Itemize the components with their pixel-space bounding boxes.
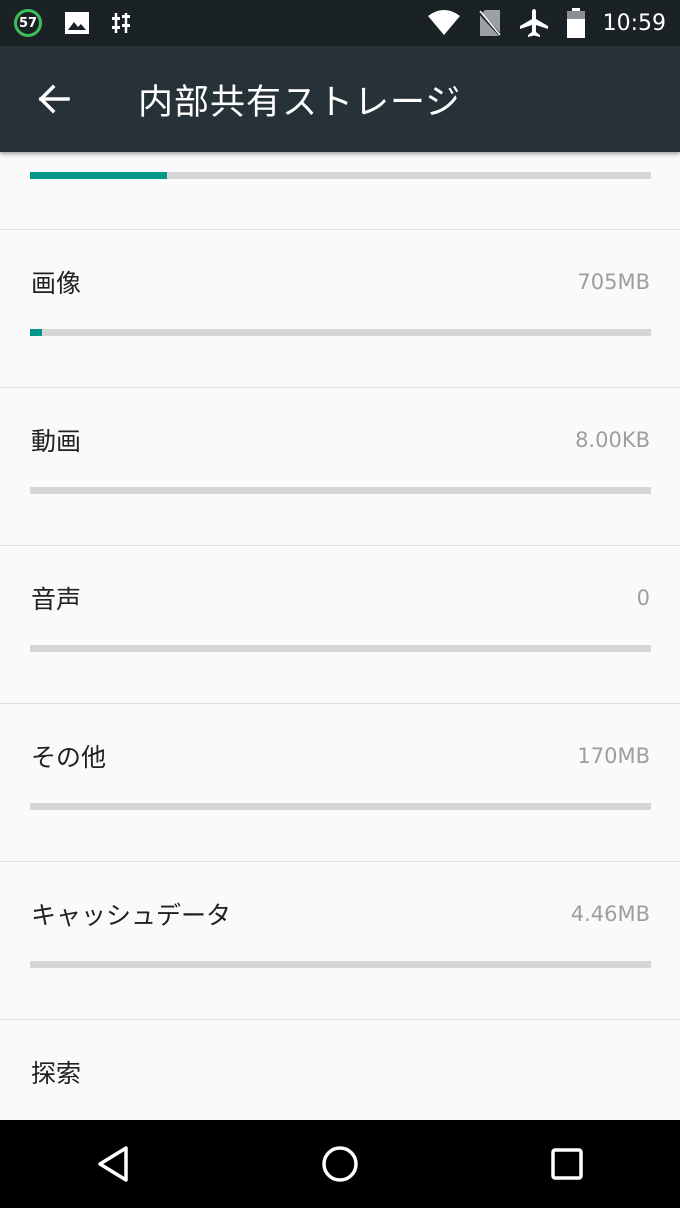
- battery-badge-text: 57: [18, 15, 38, 31]
- home-circle-icon: [322, 1146, 358, 1182]
- category-size: 4.46MB: [570, 902, 650, 926]
- category-size: 0: [636, 586, 650, 610]
- status-bar: 57 10:59: [0, 0, 680, 46]
- category-label: 動画: [31, 427, 82, 456]
- recents-square-icon: [550, 1148, 583, 1180]
- storage-content[interactable]: 画像 705MB 動画 8.00KB 音声 0 その他 170MB キャッシュデ…: [0, 152, 680, 1120]
- category-row-audio[interactable]: 音声 0: [0, 545, 680, 703]
- category-row-images[interactable]: 画像 705MB: [0, 229, 680, 387]
- category-row-videos[interactable]: 動画 8.00KB: [0, 387, 680, 545]
- category-size: 170MB: [577, 744, 650, 768]
- category-label: その他: [31, 743, 107, 772]
- wifi-icon: [427, 10, 460, 35]
- nav-home-button[interactable]: [300, 1124, 380, 1204]
- category-usage-bar: [30, 961, 651, 968]
- category-usage-fill: [30, 329, 43, 336]
- total-usage-bar: [30, 172, 651, 179]
- clock: 10:59: [602, 10, 666, 36]
- no-sim-icon: [478, 10, 501, 37]
- category-label: 音声: [31, 585, 82, 614]
- image-icon: [65, 12, 89, 34]
- page-title: 内部共有ストレージ: [138, 82, 462, 123]
- category-row-cache[interactable]: キャッシュデータ 4.46MB: [0, 861, 680, 1019]
- category-size: 8.00KB: [575, 428, 650, 452]
- category-label: キャッシュデータ: [31, 901, 232, 930]
- category-size: 705MB: [577, 270, 650, 294]
- category-usage-bar: [30, 645, 651, 652]
- back-triangle-icon: [98, 1146, 129, 1182]
- app-bar: 内部共有ストレージ: [0, 46, 680, 152]
- explore-label: 探索: [31, 1059, 82, 1088]
- equalizer-icon: [112, 13, 130, 33]
- arrow-left-icon: [38, 84, 70, 114]
- category-usage-bar: [30, 329, 651, 336]
- back-button[interactable]: [24, 69, 84, 129]
- battery-icon: [566, 8, 585, 38]
- explore-row[interactable]: 探索: [0, 1019, 680, 1120]
- nav-back-button[interactable]: [73, 1124, 153, 1204]
- category-usage-bar: [30, 803, 651, 810]
- category-label: 画像: [31, 269, 82, 298]
- battery-circle-icon: 57: [14, 9, 42, 37]
- nav-recents-button[interactable]: [527, 1124, 607, 1204]
- category-usage-bar: [30, 487, 651, 494]
- total-usage-fill: [30, 172, 167, 179]
- category-row-other[interactable]: その他 170MB: [0, 703, 680, 861]
- navigation-bar: [0, 1120, 680, 1208]
- airplane-icon: [519, 9, 548, 37]
